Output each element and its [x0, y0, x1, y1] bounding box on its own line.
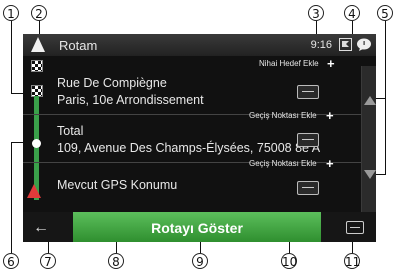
waypoint-menu-button[interactable] — [297, 133, 319, 147]
callout-2: 2 — [31, 5, 47, 21]
callout-10: 10 — [281, 253, 298, 269]
waypoint-menu-button[interactable] — [297, 181, 319, 195]
waypoint-address: 109, Avenue Des Champs-Élysées, 75008 8e… — [57, 141, 321, 155]
add-waypoint-button[interactable]: + — [326, 109, 334, 122]
route-list: Nihai Hedef Ekle + Rue De Compiègne Pari… — [23, 56, 376, 212]
callout-5: 5 — [377, 5, 393, 21]
show-route-label: Rotayı Göster — [151, 220, 243, 236]
callout-3: 3 — [308, 5, 324, 21]
current-position-arrow-icon — [27, 184, 41, 198]
leader-line-1 — [11, 21, 12, 94]
route-screen: Rotam 9:16 Nihai Hedef Ekle + Rue De Com… — [23, 34, 376, 242]
message-icon[interactable] — [356, 37, 372, 52]
back-button[interactable]: ← — [33, 220, 49, 236]
callout-11: 11 — [344, 253, 361, 269]
waypoint-menu-button[interactable] — [297, 85, 319, 99]
add-waypoint-label[interactable]: Geçiş Noktası Ekle — [249, 159, 317, 168]
add-waypoint-button[interactable]: + — [326, 157, 334, 170]
callout-8: 8 — [108, 253, 124, 269]
navigation-arrow-icon[interactable] — [31, 37, 45, 52]
callout-4: 4 — [344, 5, 360, 21]
waypoint-name: Total — [57, 124, 84, 138]
map-flag-icon — [339, 38, 352, 51]
callout-7: 7 — [40, 253, 56, 269]
page-title: Rotam — [59, 38, 98, 53]
scroll-panel — [361, 66, 376, 212]
add-final-destination-label[interactable]: Nihai Hedef Ekle — [259, 59, 319, 68]
status-bar: Rotam 9:16 — [23, 34, 376, 56]
bottom-bar: ← Rotayı Göster — [23, 212, 376, 242]
callout-6: 6 — [3, 253, 19, 269]
menu-button[interactable] — [346, 221, 364, 234]
show-route-button[interactable]: Rotayı Göster — [73, 212, 321, 242]
waypoint-name: Rue De Compiègne — [57, 76, 167, 90]
waypoint-name: Mevcut GPS Konumu — [57, 178, 178, 192]
add-final-destination-button[interactable]: + — [327, 57, 335, 70]
destination-flag-icon — [31, 60, 43, 72]
add-waypoint-label[interactable]: Geçiş Noktası Ekle — [249, 111, 317, 120]
waypoint-dot — [32, 139, 41, 148]
scroll-down-button[interactable] — [364, 170, 376, 179]
callout-9: 9 — [192, 253, 208, 269]
callout-1: 1 — [3, 5, 19, 21]
waypoint-address: Paris, 10e Arrondissement — [57, 93, 204, 107]
clock: 9:16 — [310, 39, 332, 51]
leader-line-6 — [11, 142, 12, 253]
scroll-up-button[interactable] — [364, 96, 376, 105]
